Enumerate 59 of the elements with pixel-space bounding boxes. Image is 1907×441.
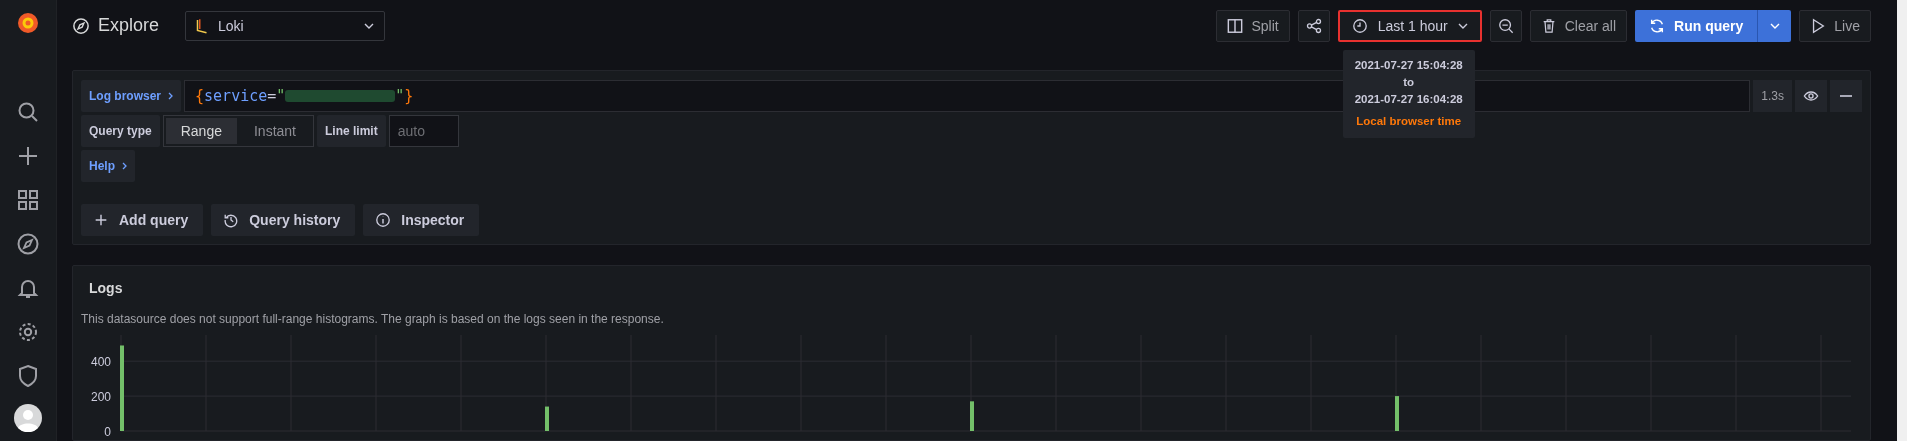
clock-icon xyxy=(1351,17,1368,34)
grafana-logo-icon[interactable] xyxy=(16,11,40,35)
notice-text: This datasource does not support full-range histograms. The graph is based on the logs seen in the response. xyxy=(81,312,665,326)
hide-query-button[interactable] xyxy=(1795,80,1827,112)
time-range-picker[interactable]: Last 1 hour xyxy=(1337,9,1482,42)
search-icon[interactable] xyxy=(16,100,40,124)
split-button[interactable]: Split xyxy=(1216,9,1290,42)
query-type-label: Query type xyxy=(81,115,160,147)
plus-icon xyxy=(93,212,109,228)
chevron-icon xyxy=(122,162,127,170)
caret-icon xyxy=(364,22,375,29)
compass-icon[interactable] xyxy=(16,232,40,256)
query-duration: 1.3s xyxy=(1753,80,1792,112)
dashboards-icon[interactable] xyxy=(16,188,40,212)
scrollbar[interactable] xyxy=(1897,0,1907,441)
caret-icon xyxy=(1457,22,1468,29)
line-limit-input[interactable]: auto xyxy=(388,115,459,147)
remove-query-button[interactable] xyxy=(1830,80,1862,112)
query-type-option[interactable]: Range xyxy=(165,118,237,144)
axis-label: 400 xyxy=(90,355,111,370)
history-icon xyxy=(223,212,240,228)
zoom-out-button[interactable] xyxy=(1489,9,1522,42)
compass-icon xyxy=(72,16,90,35)
line-limit-label: Line limit xyxy=(317,115,386,147)
minus-icon xyxy=(1840,95,1852,97)
eye-icon xyxy=(1803,88,1819,104)
query-action-button[interactable]: Add query xyxy=(81,204,204,236)
query-action-button[interactable]: Query history xyxy=(211,204,356,236)
query-type-option[interactable]: Instant xyxy=(238,118,311,144)
axis-label: 200 xyxy=(90,390,111,405)
help-button[interactable]: Help xyxy=(81,150,135,182)
log-browser-button[interactable]: Log browser xyxy=(81,80,181,112)
share-icon xyxy=(1305,17,1322,34)
settings-icon[interactable] xyxy=(16,320,40,344)
caret-icon xyxy=(1769,22,1780,29)
info-icon xyxy=(375,212,392,228)
loki-logo-icon xyxy=(196,17,209,34)
live-button[interactable]: Live xyxy=(1799,9,1871,42)
run-query-button[interactable]: Run query xyxy=(1635,9,1758,42)
plus-icon[interactable] xyxy=(16,144,40,168)
share-button[interactable] xyxy=(1297,9,1330,42)
histogram-bar xyxy=(970,401,974,431)
datasource-select[interactable]: Loki xyxy=(185,10,386,41)
chevron-icon xyxy=(168,92,173,100)
query-action-button[interactable]: Inspector xyxy=(363,204,480,236)
avatar-icon[interactable] xyxy=(14,404,42,432)
shield-icon[interactable] xyxy=(16,364,40,388)
histogram-bar xyxy=(1395,396,1399,431)
time-range-tooltip: 2021-07-27 15:04:28 to 2021-07-27 16:04:28 Local browser time xyxy=(1342,49,1475,138)
run-options-button[interactable] xyxy=(1757,9,1792,42)
zoom-out-icon xyxy=(1497,17,1514,34)
split-icon xyxy=(1227,17,1244,34)
play-icon xyxy=(1810,17,1827,34)
page-title: Explore xyxy=(98,15,160,36)
axis-label: 0 xyxy=(104,425,111,439)
refresh-icon xyxy=(1649,17,1666,34)
panel-title: Logs xyxy=(89,280,124,296)
histogram-bar xyxy=(545,406,549,431)
clear-all-button[interactable]: Clear all xyxy=(1529,9,1628,42)
